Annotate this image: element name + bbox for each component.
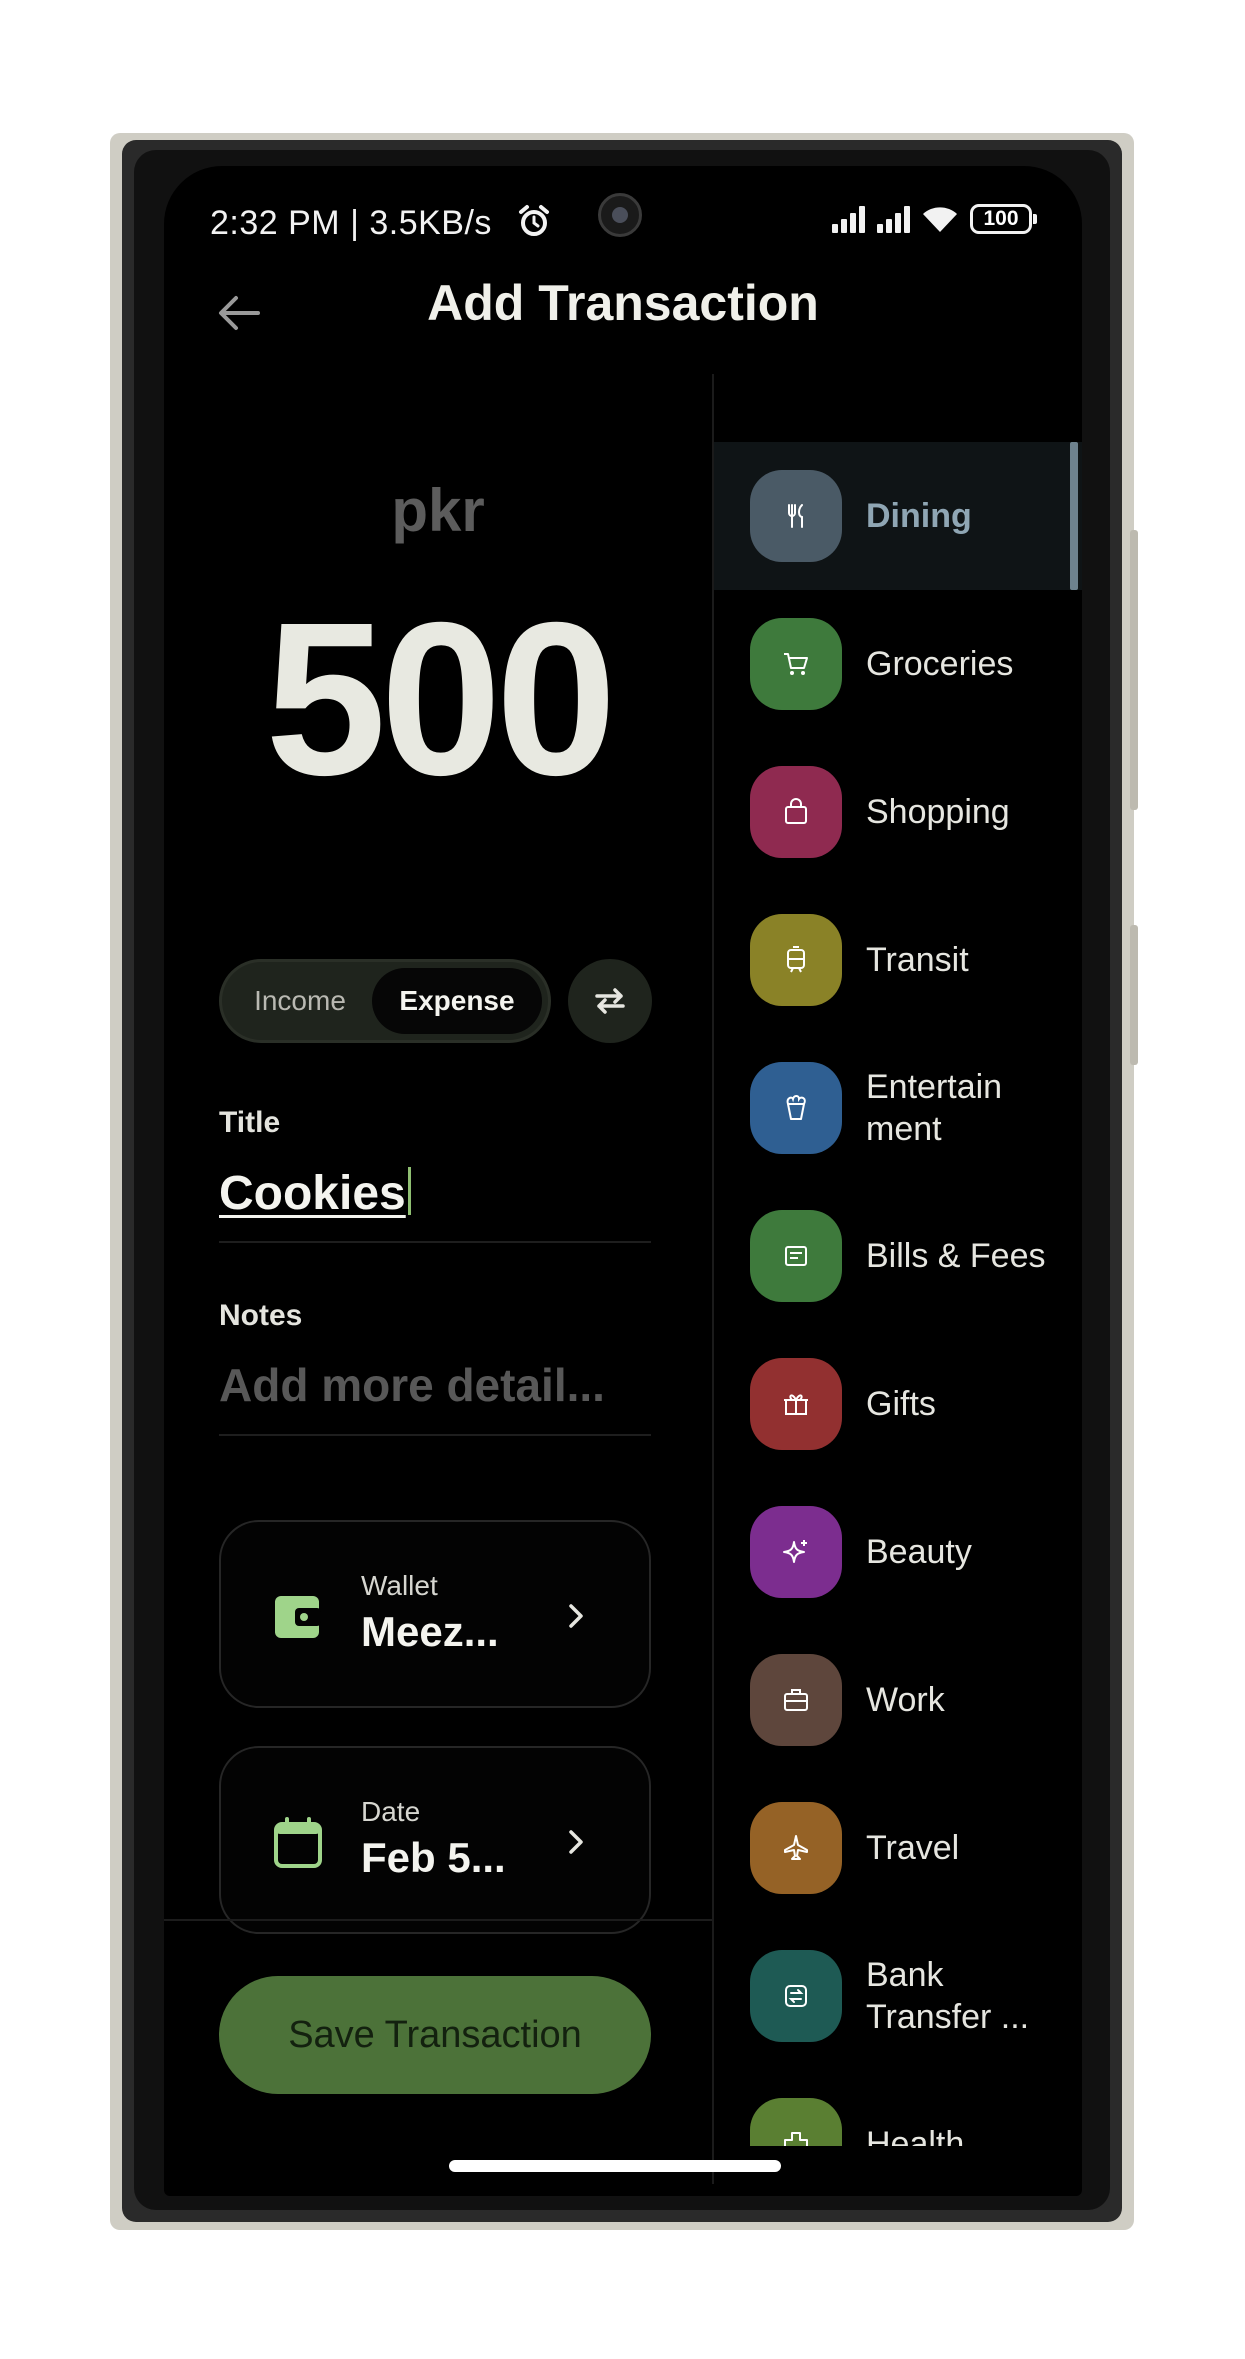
category-item-work[interactable]: Work [714,1626,1082,1774]
gift-icon [784,1394,808,1415]
category-icon-badge [750,914,842,1006]
category-item-beauty[interactable]: Beauty [714,1478,1082,1626]
save-transaction-button[interactable]: Save Transaction [219,1976,651,2094]
title-label: Title [219,1106,281,1139]
category-item-bills-fees[interactable]: Bills & Fees [714,1182,1082,1330]
title-input[interactable]: Cookies [219,1166,411,1221]
notes-label: Notes [219,1299,303,1332]
date-value: Feb 5... [361,1834,506,1881]
fork-knife-icon [788,504,803,528]
notes-underline [219,1434,651,1436]
wallet-label: Wallet [361,1570,438,1601]
briefcase-icon [784,1689,808,1711]
health-cross-icon [784,2132,808,2146]
category-label: Entertain ment [866,1068,1003,1148]
category-icon-badge [750,1358,842,1450]
category-icon-badge [750,1506,842,1598]
wallet-value: Meez... [361,1608,499,1655]
notes-input[interactable]: Add more detail... [219,1358,605,1412]
home-indicator[interactable] [449,2160,781,2172]
amount-display[interactable]: 500 [164,591,712,809]
wallet-selector[interactable]: Wallet Meez... [219,1520,651,1708]
category-icon-badge [750,766,842,858]
category-label: Travel [866,1829,960,1867]
calendar-icon [274,1817,322,1868]
category-icon-badge [750,1654,842,1746]
category-icon-badge [750,470,842,562]
text-caret [407,1167,411,1215]
signal-icon [832,205,865,233]
category-icon-badge [750,1210,842,1302]
signal-icon [877,205,910,233]
power-button [1130,925,1138,1065]
alarm-icon [519,205,549,236]
category-label: Shopping [866,793,1010,831]
income-option[interactable]: Income [240,962,360,1040]
category-item-bank-transfer[interactable]: Bank Transfer ... [714,1922,1082,2070]
category-label: Groceries [866,645,1014,683]
tram-icon [787,946,805,973]
category-list[interactable]: Dining Groceries Shopping Transit Entertain … [714,416,1082,2146]
category-item-groceries[interactable]: Groceries [714,590,1082,738]
transaction-type-toggle: Income Expense [219,959,551,1043]
battery-icon: 100 [970,204,1037,234]
category-item-gifts[interactable]: Gifts [714,1330,1082,1478]
title-input-value: Cookies [219,1167,406,1220]
wallet-icon [275,1596,321,1638]
category-label: Beauty [866,1533,972,1571]
date-selector[interactable]: Date Feb 5... [219,1746,651,1934]
date-label: Date [361,1796,421,1827]
sparkle-icon [783,1540,807,1563]
bag-icon [785,798,807,824]
category-icon-badge [750,1062,842,1154]
category-icon-badge [750,1802,842,1894]
swap-arrows-icon [595,988,625,1014]
category-icon-badge [750,618,842,710]
category-label: Gifts [866,1385,936,1423]
expense-option[interactable]: Expense [372,968,542,1034]
chevron-right-icon [569,1604,583,1628]
swap-button[interactable] [568,959,652,1043]
volume-button [1130,530,1138,810]
title-underline [219,1241,651,1243]
receipt-icon [785,1246,807,1266]
category-item-dining[interactable]: Dining [714,442,1082,590]
category-icon-badge [750,1950,842,2042]
category-label: Dining [866,497,972,535]
status-icons: 100 [832,204,1037,234]
category-item-health[interactable]: Health [714,2070,1082,2146]
wifi-icon [923,207,957,232]
chevron-right-icon [569,1830,583,1854]
app-screen: 2:32 PM | 3.5KB/s 100 Add Transaction pk… [164,166,1082,2196]
page-title: Add Transaction [427,275,819,331]
category-item-travel[interactable]: Travel [714,1774,1082,1922]
category-item-shopping[interactable]: Shopping [714,738,1082,886]
status-bar: 2:32 PM | 3.5KB/s 100 [164,166,1082,276]
popcorn-icon [786,1095,806,1120]
category-label: Bank Transfer ... [866,1956,1030,2036]
currency-label[interactable]: pkr [164,476,712,545]
category-icon-badge [750,2098,842,2146]
category-label: Work [866,1681,945,1719]
category-item-transit[interactable]: Transit [714,886,1082,1034]
category-label: Bills & Fees [866,1237,1046,1275]
category-item-entertain-ment[interactable]: Entertain ment [714,1034,1082,1182]
bottom-divider [164,1919,712,1921]
front-camera [598,193,642,237]
transfer-icon [785,1985,807,2007]
status-time: 2:32 PM | 3.5KB/s [210,204,492,242]
category-label: Transit [866,941,969,979]
cart-icon [784,653,808,675]
plane-icon [784,1835,808,1860]
category-label: Health [866,2125,965,2146]
